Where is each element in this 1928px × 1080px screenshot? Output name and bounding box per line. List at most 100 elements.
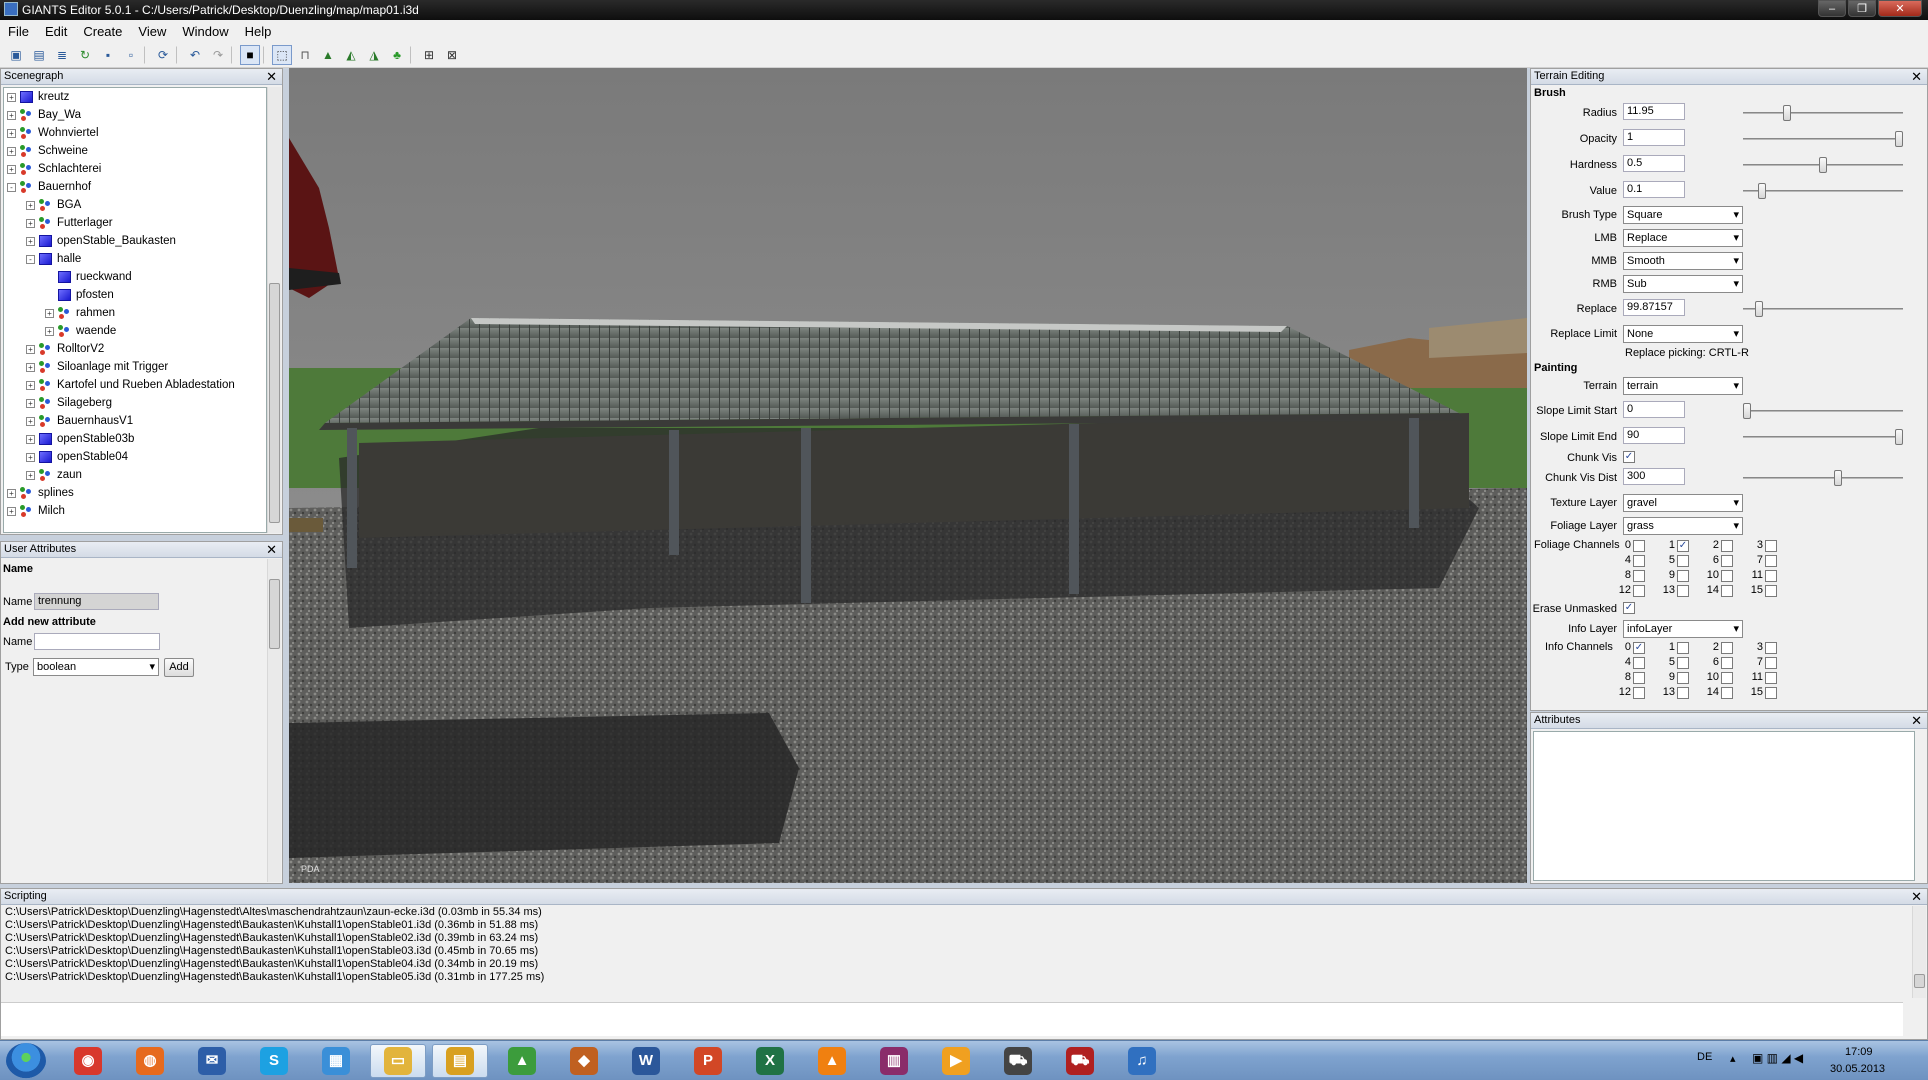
close-icon[interactable]: ✕ <box>1911 713 1922 728</box>
language-indicator[interactable]: DE <box>1697 1051 1712 1063</box>
replace-slider[interactable] <box>1743 301 1903 317</box>
hardness-input[interactable]: 0.5 <box>1623 155 1685 172</box>
scrollbar-thumb[interactable] <box>269 579 280 649</box>
expand-icon[interactable]: + <box>26 381 35 390</box>
info-channel-checkbox[interactable] <box>1633 672 1645 684</box>
tree-node[interactable]: - halle <box>4 250 266 268</box>
foliage-channel-checkbox[interactable] <box>1721 540 1733 552</box>
tree-node[interactable]: + Milch <box>4 502 266 520</box>
powerpoint-icon[interactable]: P <box>680 1044 736 1078</box>
radius-slider[interactable] <box>1743 105 1903 121</box>
foliage-icon[interactable]: ♣ <box>387 45 407 65</box>
tree-node[interactable]: + BGA <box>4 196 266 214</box>
expand-icon[interactable]: + <box>26 363 35 372</box>
opacity-slider-knob[interactable] <box>1895 131 1903 147</box>
tree-node[interactable]: + Siloanlage mit Trigger <box>4 358 266 376</box>
chunk-vis-checkbox[interactable]: ✓ <box>1623 451 1635 463</box>
rmb-select[interactable]: Sub <box>1623 275 1743 293</box>
foliage-channel-checkbox[interactable]: ✓ <box>1677 540 1689 552</box>
installer-icon[interactable]: ◆ <box>556 1044 612 1078</box>
expand-icon[interactable]: + <box>26 453 35 462</box>
chunk-vis-dist-slider-knob[interactable] <box>1834 470 1842 486</box>
clock-date[interactable]: 30.05.2013 <box>1830 1063 1885 1075</box>
expand-icon[interactable]: + <box>7 93 16 102</box>
foliage-channel-checkbox[interactable] <box>1765 585 1777 597</box>
chart-app-icon[interactable]: ▲ <box>494 1044 550 1078</box>
refresh-icon[interactable]: ⟳ <box>153 45 173 65</box>
stop-icon[interactable]: ■ <box>240 44 260 65</box>
minimize-button[interactable]: – <box>1818 0 1846 17</box>
tractor-icon[interactable]: ⛟ <box>990 1044 1046 1078</box>
collapse-icon[interactable]: - <box>7 183 16 192</box>
user-attributes-scrollbar[interactable] <box>267 559 281 882</box>
value-slider[interactable] <box>1743 183 1903 199</box>
info-channel-checkbox[interactable] <box>1721 672 1733 684</box>
slope-limit-end-slider[interactable] <box>1743 429 1903 445</box>
info-channel-checkbox[interactable] <box>1765 642 1777 654</box>
erase-unmasked-checkbox[interactable]: ✓ <box>1623 602 1635 614</box>
tray-arrow-icon[interactable]: ▴ <box>1730 1052 1736 1065</box>
close-icon[interactable]: ✕ <box>266 69 277 84</box>
tree-node[interactable]: + openStable03b <box>4 430 266 448</box>
tree-node[interactable]: pfosten <box>4 286 266 304</box>
giants-editor-icon[interactable]: ▤ <box>432 1044 488 1078</box>
redo-icon[interactable]: ↷ <box>208 45 228 65</box>
slope-limit-start-input[interactable]: 0 <box>1623 401 1685 418</box>
expand-icon[interactable]: + <box>7 165 16 174</box>
foliage-channel-checkbox[interactable] <box>1765 555 1777 567</box>
expand-icon[interactable]: + <box>26 399 35 408</box>
info-channel-checkbox[interactable] <box>1677 657 1689 669</box>
radius-slider-knob[interactable] <box>1783 105 1791 121</box>
menu-file[interactable]: File <box>0 24 37 39</box>
info-channel-checkbox[interactable] <box>1677 672 1689 684</box>
replace-input[interactable]: 99.87157 <box>1623 299 1685 316</box>
foliage-channel-checkbox[interactable] <box>1633 585 1645 597</box>
brush-type-select[interactable]: Square <box>1623 206 1743 224</box>
expand-icon[interactable]: + <box>45 327 54 336</box>
tree-node[interactable]: + waende <box>4 322 266 340</box>
expand-icon[interactable]: + <box>26 201 35 210</box>
farming-simulator-icon[interactable]: ⛟ <box>1052 1044 1108 1078</box>
expand-icon[interactable]: + <box>7 507 16 516</box>
winrar-icon[interactable]: ▥ <box>866 1044 922 1078</box>
properties-icon[interactable]: ≣ <box>52 45 72 65</box>
info-channel-checkbox[interactable] <box>1721 687 1733 699</box>
video-player-icon[interactable]: ▶ <box>928 1044 984 1078</box>
expand-icon[interactable]: + <box>26 435 35 444</box>
firefox-icon[interactable]: ◍ <box>122 1044 178 1078</box>
close-icon[interactable]: ✕ <box>1911 889 1922 904</box>
opacity-input[interactable]: 1 <box>1623 129 1685 146</box>
foliage-channel-checkbox[interactable] <box>1677 585 1689 597</box>
foliage-channel-checkbox[interactable] <box>1765 570 1777 582</box>
explorer-icon[interactable]: ▭ <box>370 1044 426 1078</box>
tree-node[interactable]: + zaun <box>4 466 266 484</box>
tree-node[interactable]: + rahmen <box>4 304 266 322</box>
info-channel-checkbox[interactable]: ✓ <box>1633 642 1645 654</box>
expand-icon[interactable]: + <box>26 237 35 246</box>
tree-node[interactable]: + Schlachterei <box>4 160 266 178</box>
tree-node[interactable]: + RolltorV2 <box>4 340 266 358</box>
3d-viewport[interactable]: PDA <box>289 68 1527 883</box>
scenegraph-tree[interactable]: + kreutz + Bay_Wa + Wohnviertel + Schweine + Schl… <box>3 87 267 533</box>
foliage-channel-checkbox[interactable] <box>1721 555 1733 567</box>
expand-icon[interactable]: + <box>7 489 16 498</box>
terrain-paint-icon[interactable]: ◭ <box>341 45 361 65</box>
hardness-slider[interactable] <box>1743 157 1903 173</box>
mmb-select[interactable]: Smooth <box>1623 252 1743 270</box>
info-layer-select[interactable]: infoLayer <box>1623 620 1743 638</box>
word-icon[interactable]: W <box>618 1044 674 1078</box>
info-channel-checkbox[interactable] <box>1721 642 1733 654</box>
terrain-select[interactable]: terrain <box>1623 377 1743 395</box>
slope-limit-end-input[interactable]: 90 <box>1623 427 1685 444</box>
slope-limit-start-slider-knob[interactable] <box>1743 403 1751 419</box>
tray-icons[interactable]: ▣ ▥ ◢ ◀ <box>1752 1051 1803 1065</box>
replace-limit-select[interactable]: None <box>1623 325 1743 343</box>
tree-node[interactable]: + Schweine <box>4 142 266 160</box>
foliage-channel-checkbox[interactable] <box>1677 555 1689 567</box>
scripting-scrollbar[interactable] <box>1912 906 1926 998</box>
info-channel-checkbox[interactable] <box>1765 672 1777 684</box>
tree-node[interactable]: + Bay_Wa <box>4 106 266 124</box>
chunk-vis-dist-input[interactable]: 300 <box>1623 468 1685 485</box>
scenegraph-scrollbar[interactable] <box>267 87 281 533</box>
attribute-type-select[interactable]: boolean <box>33 658 159 676</box>
